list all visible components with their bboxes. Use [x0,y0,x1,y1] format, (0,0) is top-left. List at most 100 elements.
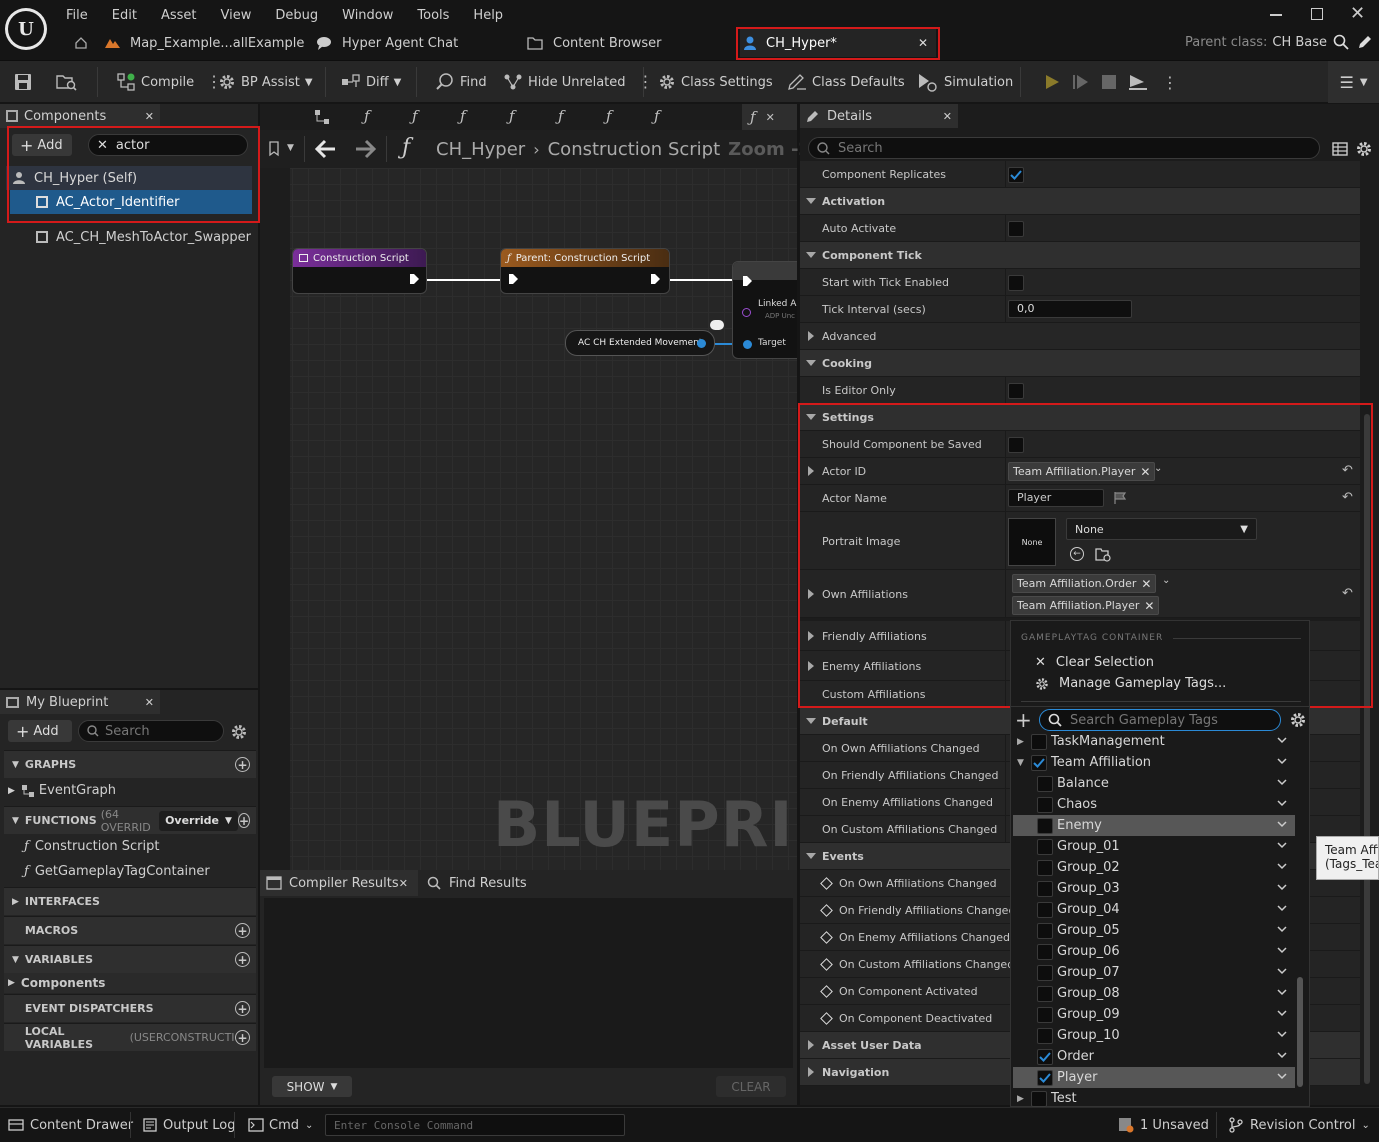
interfaces-section[interactable]: ▶ INTERFACES [4,887,256,915]
chevron-down-icon[interactable] [1277,1030,1287,1038]
section-advanced[interactable]: Advanced [800,323,1360,350]
tag-checkbox[interactable] [1037,880,1053,897]
class-settings-button[interactable]: Class Settings [658,61,773,103]
stop-button[interactable] [1101,61,1122,103]
maximize-button[interactable] [1311,8,1323,20]
tag-checkbox[interactable] [1037,964,1053,981]
remove-tag-icon[interactable]: ✕ [1144,599,1154,613]
content-drawer-button[interactable]: Content Drawer [8,1108,133,1142]
is-editor-only-checkbox[interactable] [1008,383,1024,399]
tag-item[interactable]: Group_02 [1013,857,1295,878]
play-button[interactable] [1043,61,1066,103]
chevron-down-icon[interactable] [1277,778,1287,786]
tag-checkbox[interactable] [1037,1069,1053,1086]
details-tab[interactable]: Details ✕ [800,104,958,128]
variables-section[interactable]: ▼ VARIABLES + [4,945,256,973]
set-linked-node[interactable]: Linked Ar ADP Unc Target [732,261,797,359]
remove-tag-icon[interactable]: ✕ [1141,577,1151,591]
section-component-tick[interactable]: Component Tick [800,242,1360,269]
chevron-right-icon[interactable] [808,466,814,476]
add-function-icon[interactable]: + [237,813,250,828]
tag-checkbox[interactable] [1037,796,1053,813]
table-view-icon[interactable] [1332,141,1348,157]
details-search[interactable]: Search [808,137,1320,159]
my-blueprint-tab[interactable]: My Blueprint ✕ [0,690,160,714]
component-self[interactable]: CH_Hyper (Self) [6,166,252,190]
save-button[interactable] [13,61,38,103]
chevron-down-icon[interactable]: ⌄ [1162,575,1170,586]
tag-item[interactable]: Chaos [1013,794,1295,815]
functions-section[interactable]: ▼ FUNCTIONS (64 OVERRID Override ▼ + [4,806,256,834]
chevron-down-icon[interactable] [1277,736,1287,744]
tick-interval-input[interactable]: 0,0 [1008,300,1132,318]
localization-flag-icon[interactable] [1113,491,1127,505]
eject-button[interactable] [1128,61,1153,103]
chevron-right-icon[interactable]: ▶ [1017,1094,1031,1104]
chevron-down-icon[interactable] [1277,841,1287,849]
tag-item[interactable]: ▶ Test [1013,1088,1295,1109]
find-results-tab[interactable]: Find Results [427,870,527,896]
settings-gear-icon[interactable] [1289,711,1307,729]
tag-list-scrollbar[interactable] [1297,977,1303,1087]
chevron-down-icon[interactable] [1277,820,1287,828]
reset-to-default-icon[interactable]: ↶ [1342,586,1353,601]
function-item-get-gameplay-tag-container[interactable]: ƒ GetGameplayTagContainer [4,859,256,884]
reset-to-default-icon[interactable]: ↶ [1342,490,1353,505]
add-dispatcher-icon[interactable]: + [235,1001,250,1016]
tag-checkbox[interactable] [1037,922,1053,939]
function-tab-icon[interactable]: ƒ [606,107,612,125]
function-tab-icon[interactable]: ƒ [364,107,370,125]
own-affiliation-tag-chip[interactable]: Team Affiliation.Order ✕ [1012,574,1157,593]
own-affiliation-tag-chip[interactable]: Team Affiliation.Player ✕ [1012,596,1160,615]
use-selected-asset-icon[interactable]: ← [1070,547,1084,561]
output-pin[interactable] [697,339,706,348]
tag-item[interactable]: Balance [1013,773,1295,794]
chevron-down-icon[interactable] [1277,799,1287,807]
tag-item[interactable]: Group_01 [1013,836,1295,857]
tag-item[interactable]: Group_10 [1013,1025,1295,1046]
portrait-asset-dropdown[interactable]: None ▼ [1066,518,1257,540]
compile-button[interactable]: Compile ⋮ [116,61,222,103]
section-settings[interactable]: Settings [800,404,1360,431]
menu-file[interactable]: File [66,8,88,23]
auto-activate-checkbox[interactable] [1008,221,1024,237]
function-tab-icon[interactable]: ƒ [509,107,515,125]
event-dispatchers-section[interactable]: ▶ EVENT DISPATCHERS + [4,994,256,1022]
chevron-right-icon[interactable] [808,661,814,671]
class-defaults-button[interactable]: Class Defaults [787,61,905,103]
tag-checkbox[interactable] [1037,901,1053,918]
actor-name-input[interactable]: Player [1008,489,1104,507]
menu-view[interactable]: View [221,8,252,23]
tag-item[interactable]: Enemy [1013,815,1295,836]
bookmark-icon[interactable] [268,141,282,157]
add-macro-icon[interactable]: + [235,923,250,938]
search-icon[interactable] [1333,34,1349,50]
gameplay-tag-search[interactable]: Search Gameplay Tags [1039,709,1281,731]
tag-checkbox[interactable] [1037,943,1053,960]
menu-tools[interactable]: Tools [417,8,449,23]
add-local-variable-icon[interactable]: + [235,1030,250,1045]
close-tab-icon[interactable]: ✕ [399,877,408,890]
settings-gear-icon[interactable] [1355,140,1373,158]
variables-components-category[interactable]: ▶ Components [4,973,256,993]
menu-asset[interactable]: Asset [161,8,197,23]
simulation-button[interactable]: Simulation [917,61,1013,103]
play-options-icon[interactable]: ⋮ [1162,73,1178,92]
tag-checkbox[interactable] [1037,859,1053,876]
tag-item[interactable]: ▶ TaskManagement [1013,731,1295,752]
console-input[interactable]: Enter Console Command [325,1114,625,1136]
component-item-mesh-swapper[interactable]: AC_CH_MeshToActor_Swapper [10,225,252,249]
my-blueprint-search[interactable]: Search [78,720,224,742]
revision-control-button[interactable]: Revision Control ⌄ [1228,1108,1370,1142]
construction-script-tab[interactable]: ƒ ✕ [742,104,797,130]
tag-checkbox[interactable] [1037,775,1053,792]
tab-hyper-agent-chat[interactable]: Hyper Agent Chat [316,29,458,57]
close-window-button[interactable]: ✕ [1350,3,1365,24]
function-tab-icon[interactable]: ƒ [558,107,564,125]
component-item-actor-identifier[interactable]: AC_Actor_Identifier [10,190,252,214]
chevron-right-icon[interactable] [808,631,814,641]
chevron-down-icon[interactable] [1277,988,1287,996]
chevron-down-icon[interactable] [1277,925,1287,933]
add-variable-icon[interactable]: + [235,952,250,967]
clear-selection-item[interactable]: ✕ Clear Selection [1035,655,1154,670]
